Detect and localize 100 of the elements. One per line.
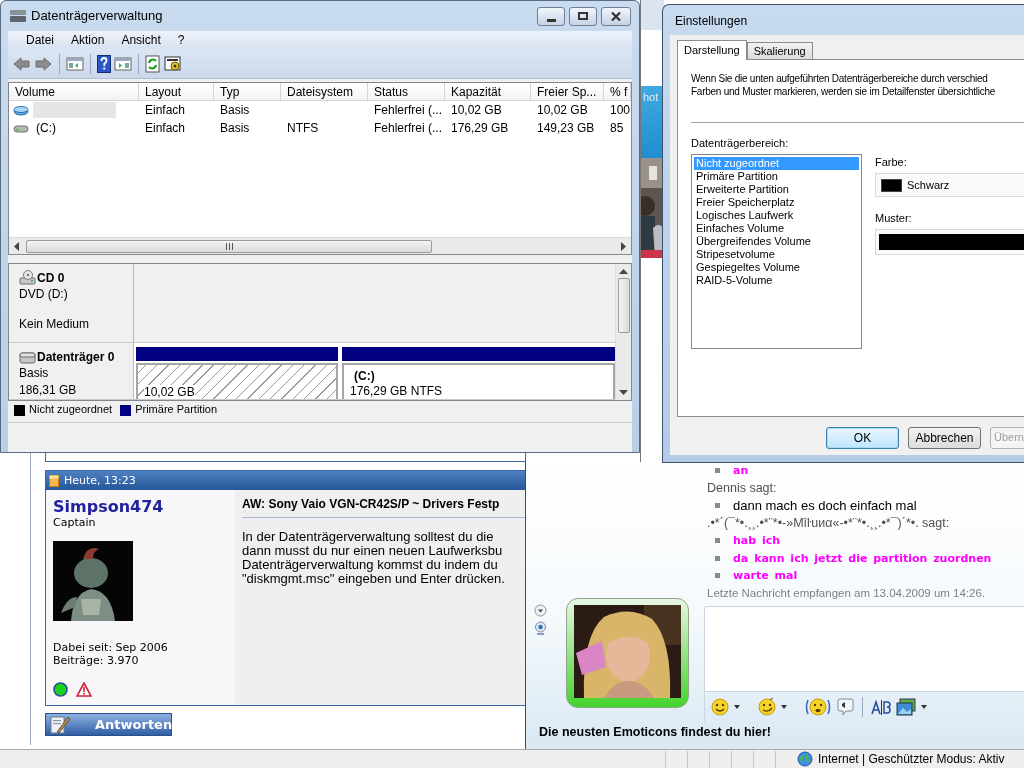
menu-item[interactable]: Ansicht bbox=[113, 32, 170, 48]
column-header[interactable]: % f bbox=[604, 83, 631, 100]
warning-icon[interactable] bbox=[76, 682, 92, 697]
list-item[interactable]: RAID-5-Volume bbox=[694, 274, 859, 288]
image-icon[interactable] bbox=[896, 698, 916, 716]
forward-icon[interactable] bbox=[34, 54, 53, 73]
panel-icon[interactable] bbox=[66, 55, 84, 72]
wink-icon[interactable] bbox=[758, 698, 776, 716]
close-button[interactable] bbox=[601, 6, 631, 26]
list-item[interactable]: Logisches Laufwerk bbox=[694, 209, 859, 223]
pattern-dropdown[interactable] bbox=[875, 228, 1024, 255]
user-rank: Captain bbox=[53, 516, 97, 530]
down-arrow-icon[interactable] bbox=[619, 390, 628, 396]
webcam-icon[interactable] bbox=[533, 621, 547, 636]
post-time: Heute, 13:23 bbox=[64, 474, 136, 488]
disk-info: DVD (D:) bbox=[19, 287, 69, 302]
partition-box[interactable]: (C:) 176,29 GB NTFS bbox=[342, 363, 615, 399]
column-header[interactable]: Layout bbox=[139, 83, 214, 100]
disk-info: Basis bbox=[19, 366, 50, 381]
maximize-button[interactable] bbox=[569, 6, 597, 26]
scrollbar-thumb[interactable] bbox=[26, 239, 432, 253]
table-cell-text: Einfach bbox=[144, 102, 187, 118]
post-text: In der Datenträgerverwaltung solltest du die dann musst du nur einen neuen Laufwerksbu Datenträgerverwaltung kommst du indem du "diskmgmt.msc" eingeben und Enter drücken. bbox=[242, 529, 506, 586]
window-title: Datenträgerverwaltung bbox=[31, 8, 163, 24]
post-count: Beiträge: 3.970 bbox=[53, 653, 140, 667]
area-list[interactable]: Nicht zugeordnet Primäre Partition Erweiterte Partition Freier Speicherplatz Logisches Laufwerk Einfaches Volume Übergreifendes Volume Stripesetvolume Gespiegeltes Volume RAID-5-Volume bbox=[691, 154, 862, 350]
caret-icon[interactable] bbox=[921, 705, 927, 709]
caret-icon[interactable] bbox=[781, 705, 787, 709]
tab[interactable]: Darstellung bbox=[677, 40, 747, 60]
nudge-icon[interactable] bbox=[805, 698, 831, 716]
disk-info: Kein Medium bbox=[19, 317, 91, 332]
column-header[interactable]: Typ bbox=[214, 83, 281, 100]
table-cell-text: 100 bbox=[609, 102, 631, 118]
status-text: Internet | Geschützter Modus: Aktiv bbox=[818, 752, 1005, 766]
partition-box[interactable]: 10,02 GB bbox=[136, 363, 338, 399]
partition-size: 10,02 GB bbox=[144, 384, 195, 399]
bullet-icon bbox=[715, 503, 720, 509]
right-arrow-icon[interactable] bbox=[620, 241, 627, 251]
settings-icon[interactable] bbox=[164, 54, 182, 73]
list-item[interactable]: Primäre Partition bbox=[694, 170, 859, 184]
drive-icon bbox=[19, 270, 37, 285]
description-text: Wenn Sie die unten aufgeführten Datenträgerbereiche durch verschied Farben und Muster markieren, werden sie im Detailfenster übersichtliche bbox=[691, 72, 997, 98]
member-since: Dabei seit: Sep 2006 bbox=[53, 640, 169, 654]
disk-info: 186,31 GB bbox=[19, 382, 78, 398]
caret-icon[interactable] bbox=[734, 705, 740, 709]
message-input[interactable] bbox=[704, 606, 1024, 692]
column-header[interactable]: Dateisystem bbox=[281, 83, 368, 100]
grip-icon bbox=[224, 242, 234, 250]
help-icon[interactable] bbox=[97, 54, 111, 73]
disk-name: Datenträger 0 bbox=[37, 349, 115, 365]
minimize-icon bbox=[546, 18, 556, 22]
chat-message: warte mal bbox=[733, 569, 798, 583]
menu-item[interactable]: Datei bbox=[18, 32, 63, 48]
dialog-button[interactable]: Abbrechen bbox=[908, 427, 981, 449]
field-label: Datenträgerbereich: bbox=[691, 137, 790, 151]
list-item[interactable]: Stripesetvolume bbox=[694, 248, 859, 262]
list-item[interactable]: Übergreifendes Volume bbox=[694, 235, 859, 249]
menu-item[interactable]: ? bbox=[169, 32, 194, 48]
smiley-icon[interactable] bbox=[711, 698, 729, 716]
table-cell-text: Fehlerfrei (... bbox=[373, 120, 443, 136]
tab-strip bbox=[641, 0, 664, 30]
list-item[interactable]: Einfaches Volume bbox=[694, 222, 859, 236]
emoticons-link[interactable]: Die neusten Emoticons findest du hier! bbox=[526, 725, 1024, 749]
table-cell[interactable] bbox=[33, 102, 116, 118]
color-dropdown[interactable]: Schwarz bbox=[875, 173, 1024, 198]
scrollbar-thumb[interactable] bbox=[617, 278, 630, 333]
expand-icon[interactable] bbox=[533, 604, 547, 617]
column-header[interactable]: Freier Sp... bbox=[531, 83, 604, 100]
bullet-icon bbox=[715, 573, 720, 579]
left-arrow-icon[interactable] bbox=[13, 241, 20, 251]
column-header[interactable]: Volume bbox=[9, 83, 139, 100]
drive-icon bbox=[19, 349, 37, 365]
back-icon[interactable] bbox=[12, 54, 31, 73]
list-item[interactable]: Gespiegeltes Volume bbox=[694, 261, 859, 275]
list-item[interactable]: Erweiterte Partition bbox=[694, 183, 859, 197]
partition-size: 176,29 GB NTFS bbox=[350, 383, 443, 399]
table-cell-text: 10,02 GB bbox=[450, 102, 503, 118]
up-arrow-icon[interactable] bbox=[619, 268, 628, 274]
table-cell-text: 10,02 GB bbox=[536, 102, 589, 118]
dialog-button[interactable]: OK bbox=[826, 427, 899, 449]
table-cell[interactable]: (C:) bbox=[33, 120, 116, 136]
menu-item[interactable]: Aktion bbox=[63, 32, 114, 48]
horizontal-scrollbar[interactable] bbox=[9, 237, 631, 254]
voice-clip-icon[interactable] bbox=[836, 698, 854, 716]
field-label: Farbe: bbox=[875, 156, 908, 170]
table-cell-text: Einfach bbox=[144, 120, 187, 136]
note-icon bbox=[49, 474, 59, 487]
legend-label: Nicht zugeordnet bbox=[29, 403, 113, 417]
table-cell-text: 149,23 GB bbox=[536, 120, 596, 136]
tab[interactable]: Skalierung bbox=[746, 42, 813, 59]
column-header[interactable]: Kapazität bbox=[445, 83, 531, 100]
refresh-icon[interactable] bbox=[145, 54, 161, 73]
vertical-scrollbar[interactable] bbox=[615, 264, 631, 400]
font-icon[interactable] bbox=[871, 698, 891, 716]
chat-message: an bbox=[733, 464, 749, 478]
minimize-button[interactable] bbox=[537, 6, 565, 26]
list-item[interactable]: Freier Speicherplatz bbox=[694, 196, 859, 210]
reply-button[interactable]: Antworten bbox=[45, 713, 172, 736]
username-link[interactable]: Simpson474 bbox=[53, 498, 228, 517]
column-header[interactable]: Status bbox=[368, 83, 445, 100]
